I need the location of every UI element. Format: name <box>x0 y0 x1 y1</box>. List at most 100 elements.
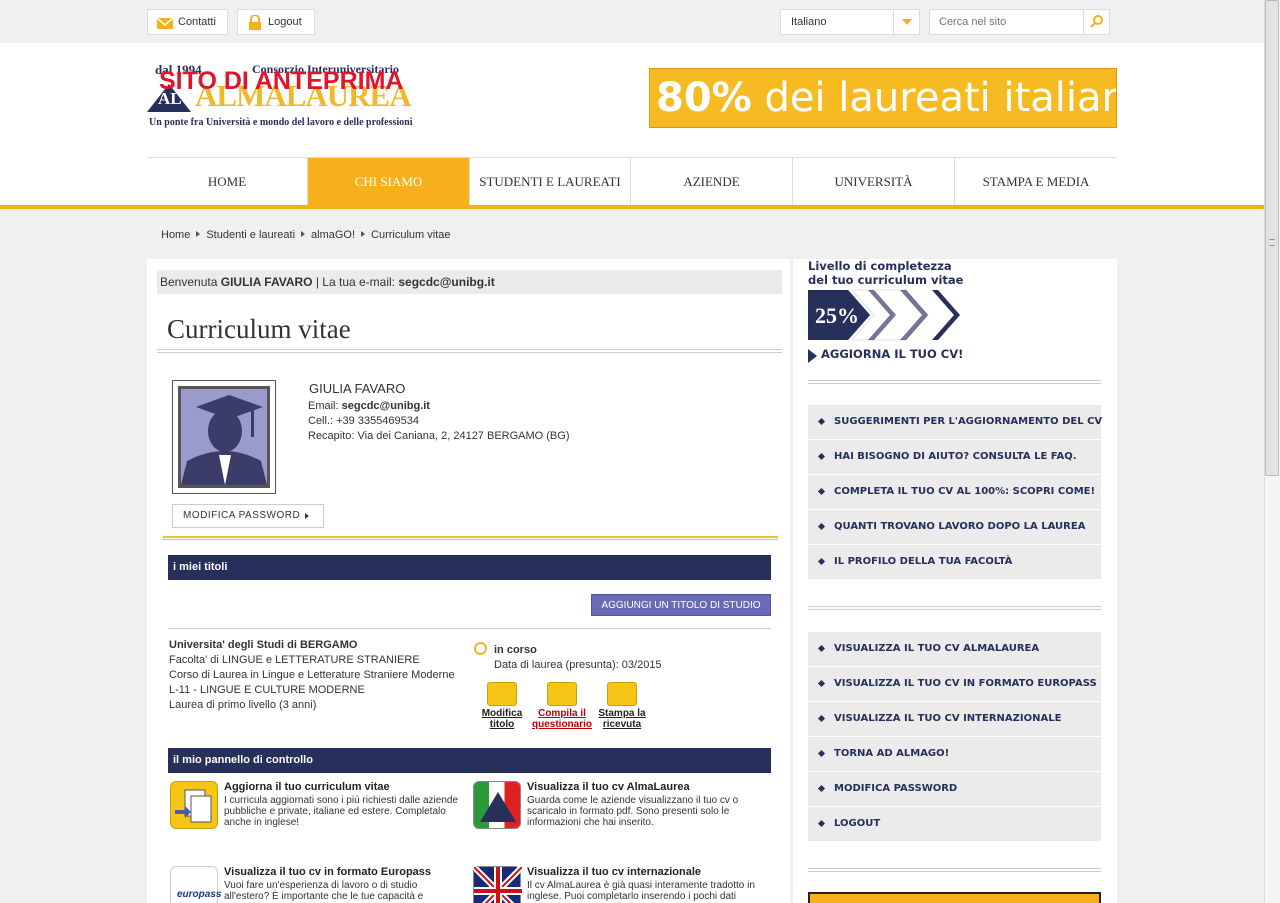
right-link-modify-password[interactable]: MODIFICA PASSWORD <box>808 772 1101 807</box>
breadcrumb-current: Curriculum vitae <box>371 229 451 241</box>
modify-title-button[interactable]: Modifica titolo <box>480 682 524 730</box>
profile-phone: Cell.: +39 3355469534 <box>308 415 420 427</box>
panel-update-cv-desc: I curricula aggiornati sono i più richie… <box>224 795 459 828</box>
print-receipt-button[interactable]: Stampa la ricevuta <box>596 682 648 730</box>
degree-class: L-11 - LINGUE E CULTURE MODERNE <box>169 684 365 696</box>
pencil-icon <box>547 682 577 706</box>
promo-banner[interactable]: 80% dei laureati italiani <box>649 68 1117 128</box>
panel-view-cv-almalaurea[interactable]: Visualizza il tuo cv AlmaLaurea Guarda c… <box>473 781 763 841</box>
breadcrumb-arrow-icon <box>361 231 366 237</box>
right-link-employment[interactable]: QUANTI TROVANO LAVORO DOPO LA LAUREA <box>808 510 1101 545</box>
cv-completeness-widget[interactable]: Livello di completezza del tuo curriculum… <box>808 259 978 364</box>
print-receipt-line2: ricevuta <box>602 719 642 730</box>
questionnaire-button[interactable]: Compila il questionario <box>532 682 592 730</box>
search-box <box>929 9 1110 35</box>
completeness-title-line2: del tuo curriculum vitae <box>808 273 964 287</box>
completeness-percent: 25% <box>815 303 859 328</box>
right-link-complete-cv[interactable]: COMPLETA IL TUO CV AL 100%: SCOPRI COME! <box>808 475 1101 510</box>
completeness-title: Livello di completezza del tuo curriculum… <box>808 259 963 287</box>
panel-view-cv-desc: Guarda come le aziende visualizzano il t… <box>527 795 739 828</box>
right-link-logout[interactable]: LOGOUT <box>808 807 1101 842</box>
panel-europass-title: Visualizza il tuo cv in formato Europass <box>224 866 432 878</box>
questionnaire-line1: Compila il <box>538 708 586 719</box>
panel-international-desc: Il cv AlmaLaurea è già quasi interamente… <box>527 880 755 902</box>
nav-stampa-media[interactable]: STAMPA E MEDIA <box>955 158 1117 206</box>
nav-studenti-laureati[interactable]: STUDENTI E LAUREATI <box>470 158 631 206</box>
contact-link[interactable]: Contatti <box>147 9 228 35</box>
degree-level: Laurea di primo livello (3 anni) <box>169 699 317 711</box>
modify-password-button[interactable]: MODIFICA PASSWORD <box>172 504 324 528</box>
panel-international-cv[interactable]: Visualizza il tuo cv internazionale Il c… <box>473 866 763 903</box>
profile-address: Recapito: Via dei Caniana, 2, 24127 BERG… <box>308 430 570 442</box>
logo-tagline: Un ponte fra Università e mondo del lavo… <box>149 117 413 128</box>
profile-email-label: Email: <box>308 400 339 412</box>
breadcrumb-almago[interactable]: almaGO! <box>311 229 355 241</box>
clock-icon <box>474 642 487 655</box>
italian-flag-al-icon <box>473 781 521 829</box>
right-link-faculty-profile[interactable]: IL PROFILO DELLA TUA FACOLTÀ <box>808 545 1101 580</box>
language-select[interactable]: Italiano <box>780 9 920 35</box>
right-links-help: SUGGERIMENTI PER L'AGGIORNAMENTO DEL CV … <box>808 405 1102 580</box>
search-icon[interactable] <box>1083 10 1109 34</box>
right-link-view-almalaurea[interactable]: VISUALIZZA IL TUO CV ALMALAUREA <box>808 632 1101 667</box>
update-cv-label: AGGIORNA IL TUO CV! <box>821 347 964 361</box>
nav-chi-siamo[interactable]: CHI SIAMO <box>308 158 470 206</box>
profile-photo <box>172 380 276 494</box>
right-link-view-international[interactable]: VISUALIZZA IL TUO CV INTERNAZIONALE <box>808 702 1101 737</box>
breadcrumb: Home Studenti e laureati almaGO! Curriculum… <box>161 229 451 241</box>
degree-status: in corso <box>494 644 537 656</box>
welcome-bar: Benvenuta GIULIA FAVARO | La tua e-mail:… <box>157 270 782 294</box>
right-link-suggestions[interactable]: SUGGERIMENTI PER L'AGGIORNAMENTO DEL CV <box>808 405 1102 440</box>
arrow-right-icon <box>808 349 817 363</box>
logout-link[interactable]: Logout <box>237 9 315 35</box>
right-link-faq[interactable]: HAI BISOGNO DI AIUTO? CONSULTA LE FAQ. <box>808 440 1101 475</box>
update-cv-link[interactable]: AGGIORNA IL TUO CV! <box>808 347 964 363</box>
mail-icon <box>156 15 174 29</box>
breadcrumb-arrow-icon <box>196 231 201 237</box>
panel-europass-desc: Vuoi fare un'esperienza di lavoro o di s… <box>224 880 424 902</box>
breadcrumb-studenti[interactable]: Studenti e laureati <box>206 229 295 241</box>
breadcrumb-home[interactable]: Home <box>161 229 190 241</box>
titles-section-header: i miei titoli <box>168 555 771 580</box>
right-divider <box>808 868 1101 872</box>
nav-underline <box>0 205 1264 209</box>
language-value: Italiano <box>791 16 827 28</box>
logout-label: Logout <box>268 16 302 28</box>
lock-icon <box>247 14 263 30</box>
almalaurea-logo[interactable]: dal 1994 Consorzio Interuniversitario AL… <box>147 62 447 132</box>
welcome-prefix: Benvenuta <box>160 275 218 289</box>
welcome-email-label: | La tua e-mail: <box>315 275 396 289</box>
degree-faculty: Facolta' di LINGUE e LETTERATURE STRANIE… <box>169 654 420 666</box>
title-divider <box>157 349 782 353</box>
degree-course: Corso di Laurea in Lingue e Letterature … <box>169 669 455 681</box>
modify-title-line1: Modifica <box>481 708 523 719</box>
print-receipt-line1: Stampa la <box>598 708 646 719</box>
europass-logo-text: europass <box>177 889 222 900</box>
panel-update-cv[interactable]: Aggiorna il tuo curriculum vitae I curri… <box>170 781 460 841</box>
page-title: Curriculum vitae <box>167 314 351 344</box>
search-input[interactable] <box>930 10 1080 34</box>
banner-percent: 80% <box>656 75 752 121</box>
add-title-button[interactable]: AGGIUNGI UN TITOLO DI STUDIO <box>591 594 771 616</box>
europass-icon: europass <box>170 866 222 903</box>
right-bottom-box[interactable] <box>808 892 1101 903</box>
top-bar: Contatti Logout Italiano <box>0 0 1264 43</box>
scrollbar-thumb[interactable] <box>1265 0 1279 476</box>
right-divider <box>808 606 1101 610</box>
right-link-back-almago[interactable]: TORNA AD ALMAGO! <box>808 737 1101 772</box>
printer-icon <box>607 682 637 706</box>
questionnaire-line2: questionario <box>532 719 593 730</box>
chevron-down-icon[interactable] <box>893 10 919 34</box>
nav-home[interactable]: HOME <box>147 158 308 206</box>
breadcrumb-arrow-icon <box>301 231 306 237</box>
yellow-divider <box>163 536 778 540</box>
right-link-view-europass[interactable]: VISUALIZZA IL TUO CV IN FORMATO EUROPASS <box>808 667 1101 702</box>
panel-europass[interactable]: europass Visualizza il tuo cv in formato… <box>170 866 460 903</box>
panel-international-title: Visualizza il tuo cv internazionale <box>527 866 702 878</box>
nav-aziende[interactable]: AZIENDE <box>631 158 793 206</box>
right-divider <box>808 380 1101 384</box>
nav-universita[interactable]: UNIVERSITÀ <box>793 158 955 206</box>
banner-text: dei laureati italiani <box>764 75 1117 121</box>
update-cv-icon <box>170 781 218 829</box>
tools-icon <box>487 682 517 706</box>
